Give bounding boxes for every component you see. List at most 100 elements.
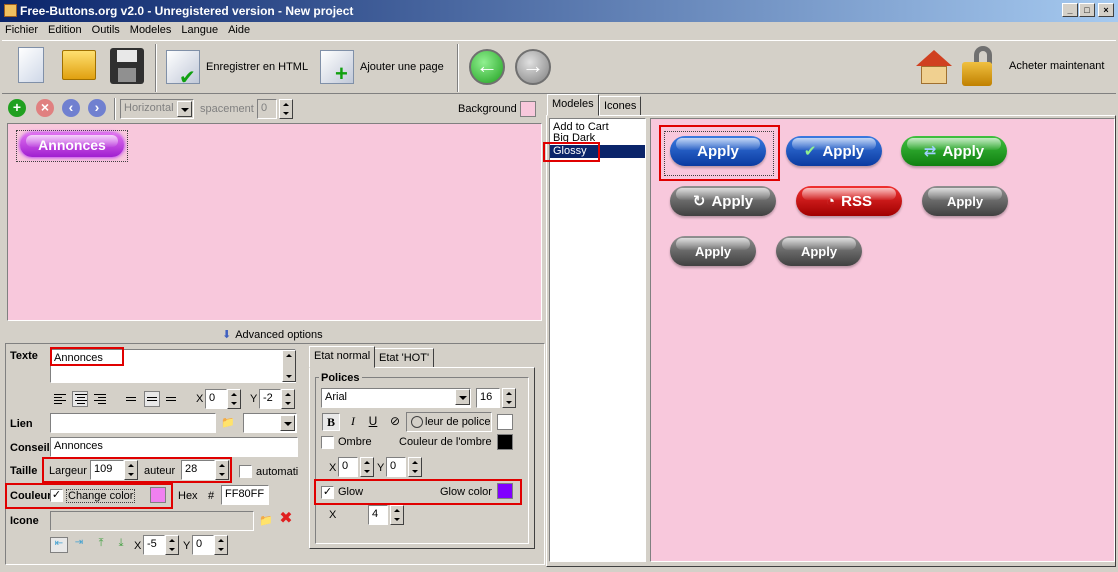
clear-icon[interactable]: ✖ bbox=[279, 511, 293, 527]
font-size-input[interactable]: 16 bbox=[476, 388, 500, 408]
models-list[interactable]: Add to Cart Big Dark Glossy bbox=[549, 118, 646, 562]
font-size-stepper[interactable] bbox=[502, 388, 516, 408]
auto-size-checkbox[interactable] bbox=[239, 465, 252, 478]
valign-bottom-icon[interactable] bbox=[164, 391, 180, 407]
icon-right-icon[interactable]: ⇥ bbox=[70, 537, 88, 553]
preview-button[interactable]: Annonces bbox=[20, 133, 124, 157]
move-left-icon[interactable]: ‹ bbox=[62, 99, 80, 117]
delete-button-icon[interactable]: × bbox=[36, 99, 54, 117]
back-arrow-icon[interactable]: ← bbox=[469, 49, 505, 85]
icon-left-icon[interactable]: ⇤ bbox=[50, 537, 68, 553]
bold-toggle[interactable]: B bbox=[322, 413, 340, 431]
highlight-couleur bbox=[5, 483, 173, 509]
advanced-options-toggle[interactable]: ⬇ Advanced options bbox=[222, 328, 323, 342]
shadow-x-label: X bbox=[329, 462, 337, 474]
glow-x-input[interactable]: 4 bbox=[368, 505, 388, 525]
align-left-icon[interactable] bbox=[52, 391, 68, 407]
move-right-icon[interactable]: › bbox=[88, 99, 106, 117]
gallery-button-gray-2[interactable]: Apply bbox=[670, 236, 756, 266]
icon-x-stepper[interactable] bbox=[165, 535, 179, 555]
target-select[interactable] bbox=[243, 413, 297, 433]
spacing-input[interactable]: 0 bbox=[257, 99, 277, 119]
shadow-color-swatch[interactable] bbox=[497, 434, 513, 450]
maximize-button[interactable]: □ bbox=[1079, 3, 1095, 17]
folder-icon[interactable]: 📁 bbox=[221, 416, 235, 430]
chevron-down-icon[interactable] bbox=[455, 389, 470, 405]
shadow-checkbox[interactable] bbox=[321, 436, 334, 449]
buy-now-label[interactable]: Acheter maintenant bbox=[1009, 60, 1104, 72]
new-file-icon[interactable] bbox=[18, 47, 44, 83]
shadow-y-input[interactable]: 0 bbox=[386, 457, 406, 477]
menu-fichier[interactable]: Fichier bbox=[0, 22, 43, 36]
save-disk-icon[interactable] bbox=[110, 48, 144, 84]
tab-etat-hot[interactable]: Etat 'HOT' bbox=[374, 348, 435, 368]
icon-folder-icon[interactable]: 📁 bbox=[259, 514, 273, 528]
shadow-x-stepper[interactable] bbox=[360, 457, 374, 477]
tab-modeles[interactable]: Modeles bbox=[547, 94, 599, 116]
minimize-button[interactable]: _ bbox=[1062, 3, 1078, 17]
glow-x-stepper[interactable] bbox=[390, 505, 404, 525]
menu-aide[interactable]: Aide bbox=[223, 22, 255, 36]
preview-canvas[interactable]: Annonces bbox=[7, 123, 542, 321]
font-color-option[interactable]: leur de police bbox=[406, 412, 492, 432]
text-x-stepper[interactable] bbox=[227, 389, 241, 409]
strikeout-icon[interactable]: ⊘ bbox=[386, 413, 404, 431]
icon-y-stepper[interactable] bbox=[214, 535, 228, 555]
radio-icon bbox=[411, 416, 423, 428]
icone-input[interactable] bbox=[50, 511, 254, 531]
gallery-button-green-refresh[interactable]: ⇄ Apply bbox=[901, 136, 1007, 166]
texte-scrollbar[interactable] bbox=[282, 350, 296, 382]
gallery-button-red-rss[interactable]: ◔ RSS bbox=[796, 186, 902, 216]
text-y-input[interactable]: -2 bbox=[259, 389, 281, 409]
buy-lock-icon[interactable] bbox=[962, 46, 1002, 88]
menu-edition[interactable]: Edition bbox=[43, 22, 87, 36]
gallery-button-gray-refresh[interactable]: ↻ Apply bbox=[670, 186, 776, 216]
menu-outils[interactable]: Outils bbox=[87, 22, 125, 36]
add-button-icon[interactable]: + bbox=[8, 99, 26, 117]
text-y-stepper[interactable] bbox=[281, 389, 295, 409]
valign-top-icon[interactable] bbox=[124, 391, 140, 407]
gallery-button-gray[interactable]: Apply bbox=[922, 186, 1008, 216]
shadow-x-input[interactable]: 0 bbox=[338, 457, 358, 477]
menu-modeles[interactable]: Modeles bbox=[125, 22, 177, 36]
close-button[interactable]: × bbox=[1098, 3, 1114, 17]
save-html-button[interactable]: ✔ Enregistrer en HTML bbox=[166, 50, 308, 89]
chevron-down-icon bbox=[177, 101, 192, 117]
spacing-stepper[interactable] bbox=[279, 99, 293, 119]
font-color-swatch[interactable] bbox=[497, 414, 513, 430]
refresh-icon: ⇄ bbox=[923, 143, 937, 160]
align-center-icon[interactable] bbox=[72, 391, 88, 407]
lien-input[interactable] bbox=[50, 413, 216, 433]
icon-bottom-icon[interactable]: ⤓ bbox=[114, 537, 128, 553]
highlight-glow bbox=[314, 479, 522, 505]
italic-toggle[interactable]: I bbox=[344, 413, 362, 431]
tab-icones[interactable]: Icones bbox=[599, 96, 642, 116]
forward-arrow-icon[interactable]: → bbox=[515, 49, 551, 85]
list-item-add-to-cart[interactable]: Add to Cart bbox=[550, 119, 645, 133]
gallery-button-blue[interactable]: Apply bbox=[670, 136, 766, 166]
conseil-label: Conseil bbox=[10, 442, 50, 454]
add-page-button[interactable]: + Ajouter une page bbox=[320, 50, 444, 86]
gallery-button-blue-check[interactable]: ✔ Apply bbox=[786, 136, 882, 166]
valign-middle-icon[interactable] bbox=[144, 391, 160, 407]
icon-y-input[interactable]: 0 bbox=[192, 535, 214, 555]
underline-toggle[interactable]: U bbox=[364, 413, 382, 431]
font-select[interactable]: Arial bbox=[321, 388, 471, 408]
menu-langue[interactable]: Langue bbox=[176, 22, 223, 36]
tab-etat-normal[interactable]: Etat normal bbox=[309, 346, 376, 368]
orientation-select[interactable]: Horizontal bbox=[120, 99, 194, 119]
auto-size-label: automati bbox=[256, 466, 299, 478]
conseil-input[interactable]: Annonces bbox=[50, 437, 298, 457]
align-right-icon[interactable] bbox=[92, 391, 108, 407]
refresh-icon: ↻ bbox=[692, 193, 706, 210]
text-x-input[interactable]: 0 bbox=[205, 389, 227, 409]
background-color-swatch[interactable] bbox=[520, 101, 536, 117]
home-icon[interactable] bbox=[916, 50, 952, 84]
shadow-y-stepper[interactable] bbox=[408, 457, 422, 477]
icon-x-input[interactable]: -5 bbox=[143, 535, 165, 555]
gallery-button-gray-3[interactable]: Apply bbox=[776, 236, 862, 266]
icon-top-icon[interactable]: ⤒ bbox=[94, 537, 108, 553]
window-title: Free-Buttons.org v2.0 - Unregistered ver… bbox=[20, 4, 354, 18]
open-folder-icon[interactable] bbox=[62, 50, 96, 80]
hex-input[interactable]: FF80FF bbox=[221, 485, 269, 505]
